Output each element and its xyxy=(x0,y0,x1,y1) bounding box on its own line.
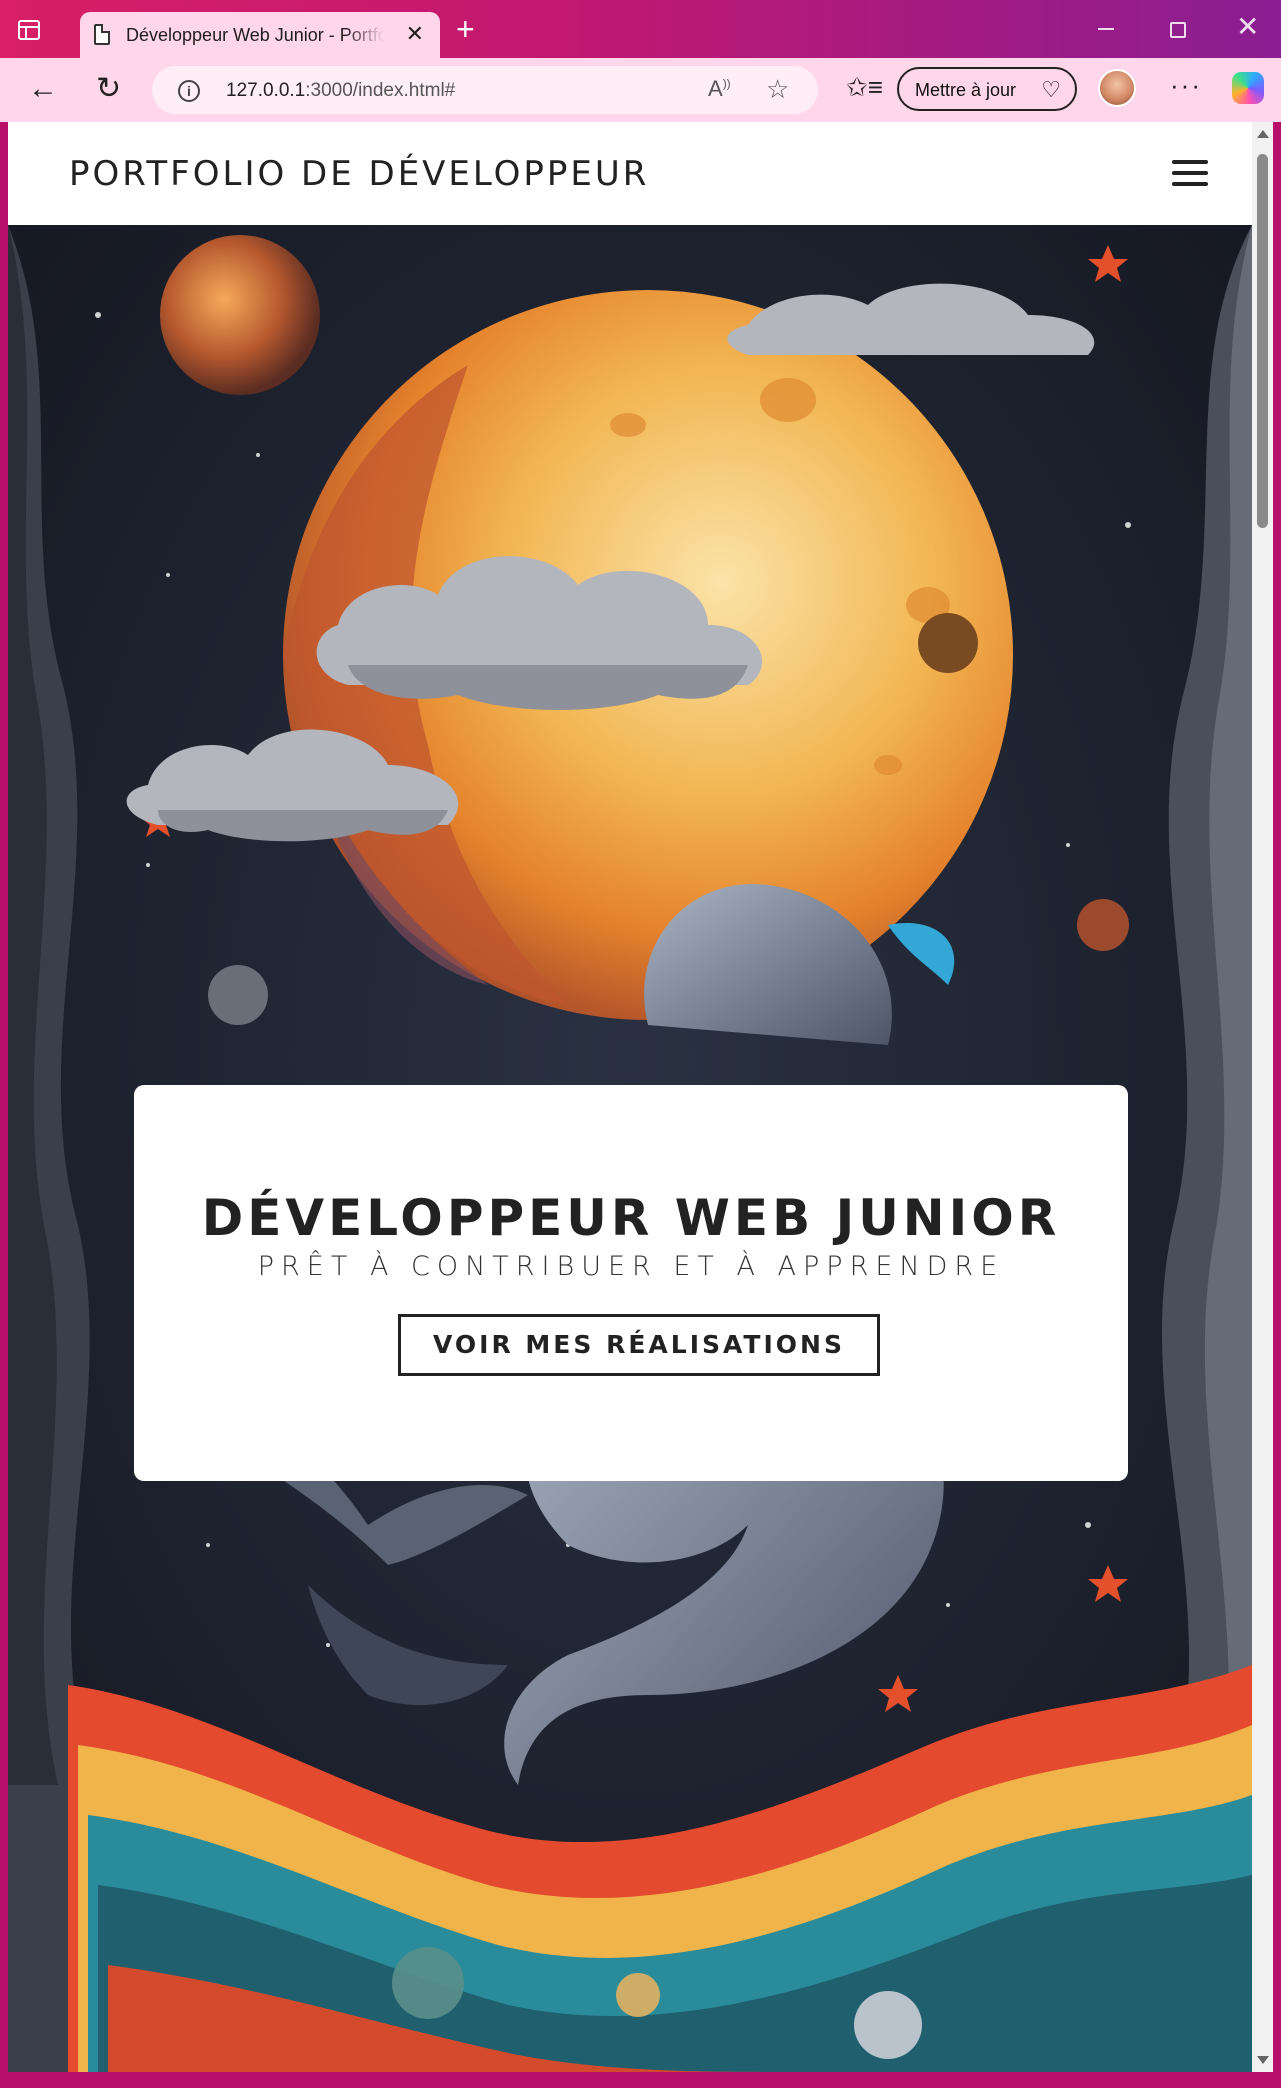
url-host: 127.0.0.1 xyxy=(226,80,306,101)
scroll-down-icon[interactable] xyxy=(1257,2056,1269,2064)
page-scrollbar[interactable] xyxy=(1252,122,1273,2072)
page-viewport: PORTFOLIO DE DÉVELOPPEUR DÉVELOPPEUR WEB… xyxy=(8,122,1252,2072)
page-icon xyxy=(94,24,110,45)
tab-active[interactable]: Développeur Web Junior - Portfolio ✕ xyxy=(80,12,440,58)
back-arrow-icon[interactable]: ← xyxy=(28,72,58,106)
hero-section: DÉVELOPPEUR WEB JUNIOR PRÊT À CONTRIBUER… xyxy=(8,225,1252,2072)
star-icon[interactable]: ☆ xyxy=(766,74,789,105)
hero-title: DÉVELOPPEUR WEB JUNIOR xyxy=(201,1189,1061,1247)
hamburger-icon[interactable] xyxy=(1172,160,1208,186)
avatar[interactable] xyxy=(1098,69,1136,107)
address-bar[interactable]: i 127.0.0.1:3000/index.html# A)) ☆ xyxy=(152,66,818,114)
scroll-up-icon[interactable] xyxy=(1257,130,1269,138)
new-tab-button[interactable]: + xyxy=(456,13,475,45)
window-close-icon[interactable]: ✕ xyxy=(1236,12,1259,42)
reload-icon[interactable]: ↻ xyxy=(96,72,121,106)
update-button[interactable]: Mettre à jour ♡ xyxy=(897,67,1077,111)
tab-title: Développeur Web Junior - Portfolio xyxy=(126,25,384,45)
site-header: PORTFOLIO DE DÉVELOPPEUR xyxy=(8,122,1252,225)
copilot-icon[interactable] xyxy=(1232,72,1264,104)
address-url[interactable]: 127.0.0.1:3000/index.html# xyxy=(226,80,455,102)
site-info-icon[interactable]: i xyxy=(178,80,200,102)
site-logo[interactable]: PORTFOLIO DE DÉVELOPPEUR xyxy=(69,154,649,194)
hero-subtitle: PRÊT À CONTRIBUER ET À APPRENDRE xyxy=(257,1251,1005,1282)
read-aloud-icon[interactable]: A)) xyxy=(708,76,731,102)
update-label: Mettre à jour xyxy=(915,80,1017,100)
url-path: :3000/index.html# xyxy=(305,80,456,101)
browser-toolbar: ← ↻ i 127.0.0.1:3000/index.html# A)) ☆ ✩… xyxy=(0,58,1281,122)
scroll-thumb[interactable] xyxy=(1257,154,1268,528)
favorites-icon[interactable]: ✩≡ xyxy=(846,72,883,103)
maximize-icon[interactable] xyxy=(1170,22,1186,38)
hero-card: DÉVELOPPEUR WEB JUNIOR PRÊT À CONTRIBUER… xyxy=(134,1085,1128,1481)
heart-pulse-icon: ♡ xyxy=(1041,77,1061,102)
more-icon[interactable]: ··· xyxy=(1170,70,1202,101)
minimize-icon[interactable] xyxy=(1098,28,1114,30)
browser-titlebar: Développeur Web Junior - Portfolio ✕ + ✕ xyxy=(0,0,1281,58)
tab-actions-icon[interactable] xyxy=(18,20,40,40)
view-projects-button[interactable]: VOIR MES RÉALISATIONS xyxy=(398,1314,880,1376)
tab-close-icon[interactable]: ✕ xyxy=(406,22,424,46)
